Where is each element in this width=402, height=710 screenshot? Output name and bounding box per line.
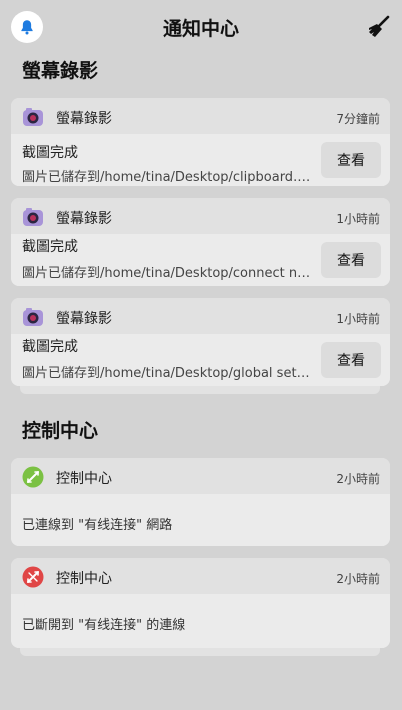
- message-text: 圖片已儲存到/home/tina/Desktop/clipboard.png: [22, 170, 317, 185]
- network-disconnected-icon: [22, 566, 44, 588]
- notification-body: 截圖完成 圖片已儲存到/home/tina/Desktop/connect ne…: [11, 234, 390, 286]
- notification-body: 截圖完成 圖片已儲存到/home/tina/Desktop/global set…: [11, 334, 390, 386]
- notification-card[interactable]: 螢幕錄影 1小時前 截圖完成 圖片已儲存到/home/tina/Desktop/…: [11, 298, 390, 386]
- notification-header: 螢幕錄影 7分鐘前: [11, 98, 390, 134]
- notification-card[interactable]: 控制中心 2小時前 已斷開到 "有线连接" 的連線: [11, 558, 390, 648]
- notification-header: 控制中心 2小時前: [11, 458, 390, 494]
- app-name: 螢幕錄影: [56, 211, 112, 227]
- message-title: 截圖完成: [22, 145, 78, 161]
- message-title: 截圖完成: [22, 239, 78, 255]
- view-button[interactable]: 查看: [321, 142, 381, 178]
- app-name: 控制中心: [56, 571, 112, 587]
- broom-icon: [369, 15, 390, 37]
- message-text: 已連線到 "有线连接" 網路: [22, 518, 173, 533]
- message-text: 圖片已儲存到/home/tina/Desktop/global settings…: [22, 366, 314, 381]
- camera-icon: [23, 108, 43, 126]
- page-title: 通知中心: [162, 18, 239, 40]
- timestamp: 1小時前: [336, 212, 380, 226]
- view-button[interactable]: 查看: [321, 242, 381, 278]
- app-name: 螢幕錄影: [56, 111, 112, 127]
- timestamp: 2小時前: [336, 572, 380, 586]
- notification-body: 截圖完成 圖片已儲存到/home/tina/Desktop/clipboard.…: [11, 134, 390, 186]
- notification-card[interactable]: 螢幕錄影 1小時前 截圖完成 圖片已儲存到/home/tina/Desktop/…: [11, 198, 390, 286]
- message-text: 已斷開到 "有线连接" 的連線: [22, 618, 186, 633]
- timestamp: 2小時前: [336, 472, 380, 486]
- notification-center-header: 通知中心: [0, 0, 402, 56]
- camera-icon: [23, 308, 43, 326]
- network-connected-icon: [22, 466, 44, 488]
- section-title-screen-recording: 螢幕錄影: [22, 60, 99, 82]
- section-title-control-center: 控制中心: [22, 420, 99, 442]
- message-text: 圖片已儲存到/home/tina/Desktop/connect network…: [22, 266, 314, 281]
- timestamp: 7分鐘前: [336, 112, 380, 126]
- notification-body: 已斷開到 "有线连接" 的連線: [11, 594, 390, 648]
- timestamp: 1小時前: [336, 312, 380, 326]
- notification-header: 螢幕錄影 1小時前: [11, 298, 390, 334]
- notification-card[interactable]: 控制中心 2小時前 已連線到 "有线连接" 網路: [11, 458, 390, 546]
- notification-body: 已連線到 "有线连接" 網路: [11, 494, 390, 546]
- app-name: 控制中心: [56, 471, 112, 487]
- notification-header: 螢幕錄影 1小時前: [11, 198, 390, 234]
- message-title: 截圖完成: [22, 339, 78, 355]
- notification-header: 控制中心 2小時前: [11, 558, 390, 594]
- app-name: 螢幕錄影: [56, 311, 112, 327]
- clear-all-button[interactable]: [366, 14, 392, 40]
- view-button[interactable]: 查看: [321, 342, 381, 378]
- camera-icon: [23, 208, 43, 226]
- notification-card[interactable]: 螢幕錄影 7分鐘前 截圖完成 圖片已儲存到/home/tina/Desktop/…: [11, 98, 390, 186]
